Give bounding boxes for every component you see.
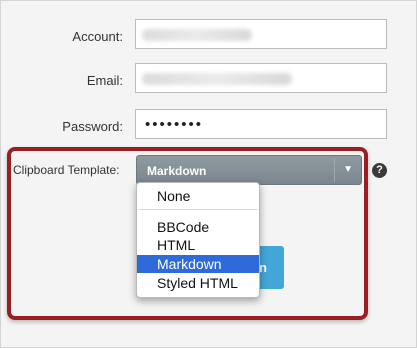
email-label: Email: [86,73,123,88]
account-label: Account: [72,29,123,44]
menu-separator [138,209,258,210]
email-value-redacted [142,73,292,85]
clipboard-template-label: Clipboard Template: [13,163,120,177]
option-markdown[interactable]: Markdown [137,255,259,273]
template-dropdown-menu: None BBCode HTML Markdown Styled HTML [136,182,260,298]
password-field[interactable]: •••••••• [135,109,387,139]
option-none[interactable]: None [137,187,259,205]
account-field[interactable] [135,19,387,49]
chevron-down-icon[interactable]: ▼ [343,164,353,175]
account-value-redacted [142,29,252,41]
select-value: Markdown [147,164,207,178]
settings-panel: Account: Email: Password: •••••••• n Cli… [0,0,417,348]
password-value: •••••••• [145,116,204,133]
help-icon[interactable]: ? [372,163,387,178]
password-label: Password: [62,119,123,134]
option-bbcode[interactable]: BBCode [137,218,259,236]
option-html[interactable]: HTML [137,236,259,254]
email-field[interactable] [135,63,387,93]
select-divider [334,158,335,182]
clipboard-template-select[interactable]: Markdown ▼ [136,155,362,185]
option-styled-html[interactable]: Styled HTML [137,274,259,292]
